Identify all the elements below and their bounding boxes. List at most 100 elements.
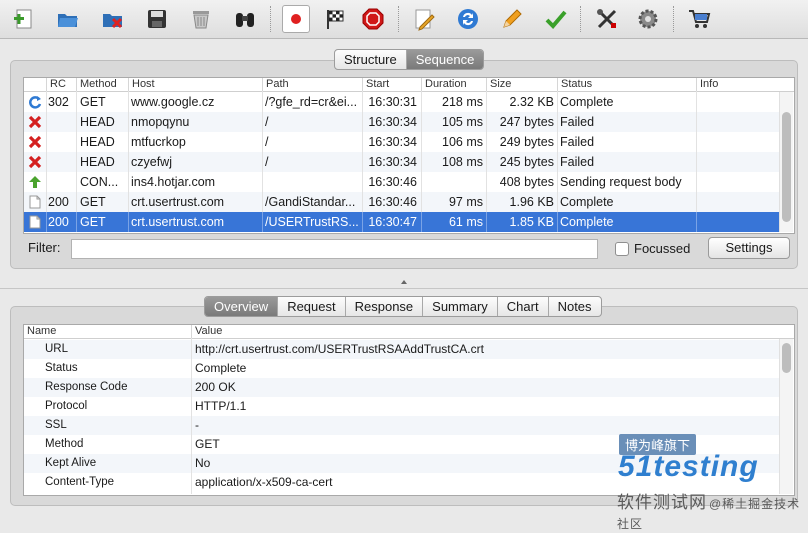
column-divider — [696, 91, 697, 212]
tools-icon[interactable] — [593, 5, 621, 33]
col-duration[interactable]: Duration — [421, 78, 489, 91]
overview-scrollbar-thumb[interactable] — [782, 343, 791, 373]
overview-value: application/x-x509-ca-cert — [195, 475, 333, 489]
overview-row[interactable]: Response Code 200 OK — [24, 378, 779, 397]
cell-size: 1.85 KB — [509, 215, 554, 229]
overview-value: - — [195, 418, 199, 432]
tab-chart[interactable]: Chart — [498, 297, 549, 316]
overview-row[interactable]: Status Complete — [24, 359, 779, 378]
tab-sequence[interactable]: Sequence — [406, 50, 484, 69]
cell-method: GET — [80, 95, 106, 109]
cell-status: Complete — [560, 215, 614, 229]
edit-icon[interactable] — [410, 5, 438, 33]
record-icon[interactable] — [282, 5, 310, 33]
cell-status: Failed — [560, 135, 595, 149]
overview-name: Method — [45, 438, 84, 450]
column-divider — [486, 91, 487, 212]
settings-button[interactable]: Settings — [708, 237, 790, 259]
cell-start: 16:30:34 — [368, 155, 417, 169]
trash-icon[interactable] — [187, 5, 215, 33]
col-host[interactable]: Host — [128, 78, 265, 91]
col-rc[interactable]: RC — [46, 78, 78, 91]
cell-duration: 97 ms — [448, 195, 483, 209]
new-session-icon[interactable] — [10, 5, 38, 33]
binoculars-icon[interactable] — [231, 5, 259, 33]
failed-x-icon — [28, 155, 42, 172]
pencil-icon[interactable] — [498, 5, 526, 33]
failed-x-icon — [28, 115, 42, 132]
watermark-logo: 51testing — [618, 450, 759, 483]
tab-notes[interactable]: Notes — [549, 297, 601, 316]
overview-scrollbar[interactable] — [779, 339, 793, 494]
document-icon — [28, 215, 42, 232]
col-path[interactable]: Path — [262, 78, 363, 91]
toolbar-separator — [580, 6, 581, 32]
cell-start: 16:30:34 — [368, 115, 417, 129]
request-row[interactable]: CON... ins4.hotjar.com 16:30:46 408 bytes Se… — [24, 172, 779, 192]
splitter-divider[interactable] — [0, 288, 808, 289]
overview-value: No — [195, 456, 211, 470]
shopping-cart-icon[interactable] — [685, 5, 713, 33]
cell-size: 249 bytes — [499, 135, 554, 149]
cell-method: GET — [80, 195, 106, 209]
overview-name: Protocol — [45, 400, 88, 412]
validate-check-icon[interactable] — [542, 5, 570, 33]
col-status[interactable]: Status — [557, 78, 698, 91]
column-divider — [362, 91, 363, 212]
request-row[interactable]: 200 GET crt.usertrust.com/GandiStandar... 1… — [24, 192, 779, 212]
overview-name: Status — [45, 362, 78, 374]
tab-request[interactable]: Request — [278, 297, 346, 316]
open-folder-icon[interactable] — [54, 5, 82, 33]
col-info[interactable]: Info — [696, 78, 780, 91]
cell-divider — [486, 212, 487, 232]
cell-size: 247 bytes — [499, 115, 554, 129]
overview-name: URL — [45, 343, 69, 355]
requests-scrollbar[interactable] — [779, 92, 793, 232]
cell-divider — [557, 212, 558, 232]
filter-input[interactable] — [71, 239, 598, 259]
watermark-subtitle: 软件测试网 @稀土掘金技术社区 — [617, 493, 801, 531]
cell-size: 1.96 KB — [509, 195, 554, 209]
cell-divider — [696, 212, 697, 232]
settings-gear-icon[interactable] — [634, 5, 662, 33]
cell-path: / — [265, 115, 269, 129]
stop-icon[interactable] — [359, 5, 387, 33]
tab-summary[interactable]: Summary — [423, 297, 498, 316]
close-session-icon[interactable] — [99, 5, 127, 33]
request-row[interactable]: HEAD mtfucrkop / 16:30:34 106 ms 249 bytes Fai… — [24, 132, 779, 152]
requests-scrollbar-thumb[interactable] — [782, 112, 791, 222]
col-size[interactable]: Size — [486, 78, 561, 91]
checkered-flag-icon[interactable] — [321, 5, 349, 33]
focussed-checkbox[interactable] — [615, 242, 629, 256]
overview-row[interactable]: Protocol HTTP/1.1 — [24, 397, 779, 416]
tab-overview[interactable]: Overview — [205, 297, 279, 316]
cell-path: /USERTrustRS... — [265, 215, 359, 229]
overview-value: http://crt.usertrust.com/USERTrustRSAAdd… — [195, 342, 484, 356]
tab-structure[interactable]: Structure — [335, 50, 407, 69]
refresh-icon[interactable] — [454, 5, 482, 33]
overview-row[interactable]: SSL - — [24, 416, 779, 435]
col-start[interactable]: Start — [362, 78, 423, 91]
cell-size: 245 bytes — [499, 155, 554, 169]
cell-divider — [46, 212, 47, 232]
col-value[interactable]: Value — [191, 325, 775, 338]
splitter-handle-icon[interactable] — [401, 280, 407, 284]
col-method[interactable]: Method — [76, 78, 129, 91]
request-row[interactable]: 200 GET crt.usertrust.com/USERTrustRS... 16… — [24, 212, 779, 232]
save-icon[interactable] — [143, 5, 171, 33]
detail-tabs: Overview Request Response Summary Chart … — [204, 296, 602, 317]
cell-start: 16:30:46 — [368, 175, 417, 189]
column-divider — [76, 91, 77, 212]
overview-row[interactable]: URL http://crt.usertrust.com/USERTrustRSA… — [24, 340, 779, 359]
request-row[interactable]: HEAD czyefwj / 16:30:34 108 ms 245 bytes Faile… — [24, 152, 779, 172]
request-row[interactable]: 302 GET www.google.cz /?gfe_rd=cr&ei... 16:3… — [24, 92, 779, 112]
tab-response[interactable]: Response — [346, 297, 424, 316]
request-row[interactable]: HEAD nmopqynu / 16:30:34 105 ms 247 bytes Fail… — [24, 112, 779, 132]
column-divider — [262, 91, 263, 212]
toolbar-separator — [270, 6, 271, 32]
cell-host: mtfucrkop — [131, 135, 186, 149]
cell-divider — [128, 212, 129, 232]
col-name[interactable]: Name — [24, 325, 190, 338]
focussed-label: Focussed — [634, 241, 691, 256]
column-divider — [46, 91, 47, 212]
